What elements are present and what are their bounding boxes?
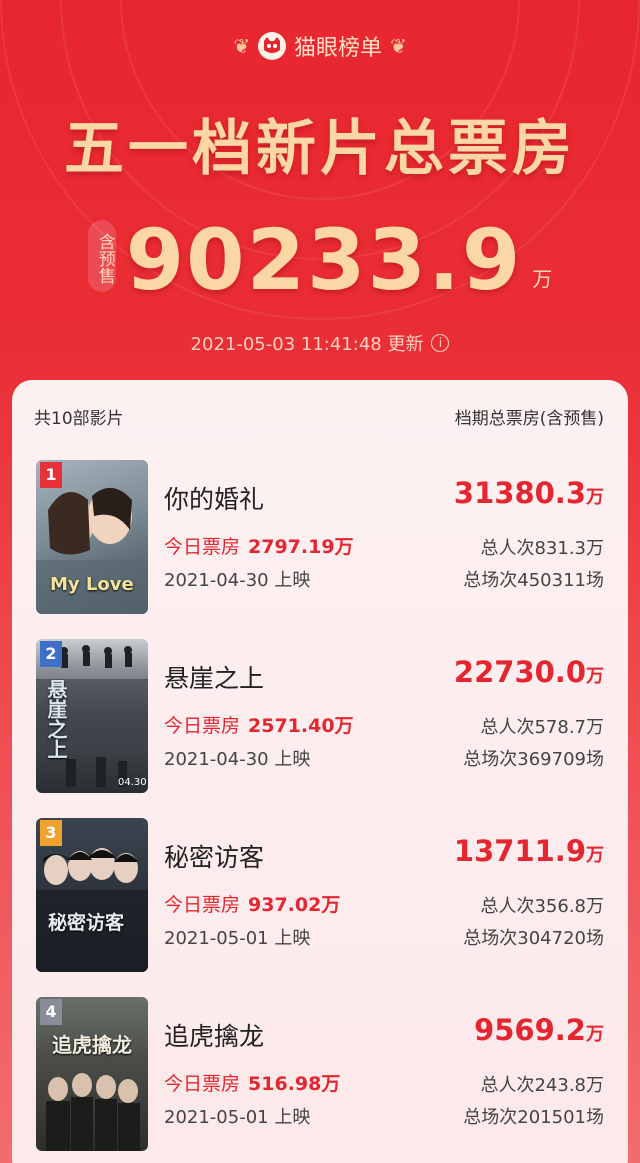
movie-list-card: 共10部影片 档期总票房(含预售) My Love 1 你的婚礼 今日票房 279… <box>12 380 628 1163</box>
today-value: 516.98万 <box>248 1073 341 1095</box>
poster-title: 追虎擒龙 <box>52 1033 132 1057</box>
brand-label: 猫眼榜单 <box>293 36 382 61</box>
total-viewers: 总人次356.8万 <box>480 896 604 917</box>
box-unit: 万 <box>586 666 604 687</box>
rank-badge: 3 <box>40 820 62 846</box>
total-sessions: 总场次201501场 <box>463 1107 604 1128</box>
movie-item[interactable]: My Love 1 你的婚礼 今日票房 2797.19万 2021-04-30 上… <box>36 460 604 616</box>
today-box-office: 今日票房 2797.19万 <box>164 532 354 559</box>
total-sessions: 总场次450311场 <box>463 570 604 591</box>
release-date: 2021-05-01 上映 <box>164 928 311 949</box>
movie-count: 共10部影片 <box>34 409 124 429</box>
movie-title: 你的婚礼 <box>164 485 265 514</box>
box-value: 13711.9 <box>453 834 586 868</box>
poster-title: 悬崖之上 <box>44 679 68 759</box>
box-value: 9569.2 <box>474 1013 586 1047</box>
movie-title: 追虎擒龙 <box>164 1022 265 1051</box>
today-value: 2797.19万 <box>248 536 354 558</box>
page-title: 五一档新片总票房 <box>64 114 576 184</box>
movie-item[interactable]: 04.30 悬崖之上 2 悬崖之上 今日票房 2571.40万 2021-04-3… <box>36 639 604 795</box>
total-label: 档期总票房(含预售) <box>454 409 604 429</box>
movie-item[interactable]: 秘密访客 3 秘密访客 今日票房 937.02万 2021-05-01 上映 13… <box>36 818 604 974</box>
update-time: 2021-05-03 11:41:48 更新 i <box>0 330 640 356</box>
today-label: 今日票房 <box>164 1073 241 1095</box>
today-value: 2571.40万 <box>248 715 354 737</box>
today-label: 今日票房 <box>164 536 241 558</box>
laurel-right-icon: ❦ <box>390 34 407 58</box>
laurel-left-icon: ❦ <box>233 34 250 58</box>
total-box-office: 9569.2万 <box>474 1013 604 1047</box>
release-date: 2021-04-30 上映 <box>164 749 311 770</box>
today-box-office: 今日票房 2571.40万 <box>164 711 354 738</box>
brand: ❦ 猫眼榜单 ❦ <box>0 30 640 62</box>
rank-badge: 2 <box>40 641 62 667</box>
list-header: 共10部影片 档期总票房(含预售) <box>34 404 604 429</box>
total-viewers: 总人次243.8万 <box>480 1075 604 1096</box>
poster-title: My Love <box>50 574 134 595</box>
today-label: 今日票房 <box>164 715 241 737</box>
today-box-office: 今日票房 937.02万 <box>164 890 340 917</box>
box-unit: 万 <box>586 1024 604 1045</box>
header-banner: ❦ 猫眼榜单 ❦ 五一档新片总票房 含预售 90233.9 万 2021-05-… <box>0 0 640 380</box>
box-unit: 万 <box>586 487 604 508</box>
total-viewers: 总人次831.3万 <box>480 538 604 559</box>
total-sessions: 总场次304720场 <box>463 928 604 949</box>
total-sessions: 总场次369709场 <box>463 749 604 770</box>
total-viewers: 总人次578.7万 <box>480 717 604 738</box>
box-value: 31380.3 <box>453 476 586 510</box>
box-value: 22730.0 <box>453 655 586 689</box>
today-value: 937.02万 <box>248 894 341 916</box>
today-label: 今日票房 <box>164 894 241 916</box>
maoyan-cat-icon <box>257 32 286 60</box>
box-unit: 万 <box>586 845 604 866</box>
total-box-office: 31380.3万 <box>454 476 604 510</box>
release-date: 2021-05-01 上映 <box>164 1107 311 1128</box>
movie-title: 秘密访客 <box>164 843 265 872</box>
rank-badge: 4 <box>40 999 62 1025</box>
total-box-office: 含预售 90233.9 万 <box>0 212 640 308</box>
svg-text:04.30: 04.30 <box>118 777 147 788</box>
total-unit: 万 <box>532 267 553 291</box>
rank-badge: 1 <box>40 462 62 488</box>
release-date: 2021-04-30 上映 <box>164 570 311 591</box>
movie-item[interactable]: 追虎擒龙 4 追虎擒龙 今日票房 516.98万 2021-05-01 上映 95… <box>36 997 604 1153</box>
update-time-label: 2021-05-03 11:41:48 更新 <box>190 334 424 355</box>
today-box-office: 今日票房 516.98万 <box>164 1069 340 1096</box>
info-icon[interactable]: i <box>431 334 450 352</box>
total-value: 90233.9 <box>125 211 523 309</box>
movie-title: 悬崖之上 <box>164 664 265 693</box>
total-box-office: 22730.0万 <box>454 655 604 689</box>
presale-tag: 含预售 <box>87 220 116 292</box>
poster-title: 秘密访客 <box>48 912 125 934</box>
total-box-office: 13711.9万 <box>454 834 604 868</box>
